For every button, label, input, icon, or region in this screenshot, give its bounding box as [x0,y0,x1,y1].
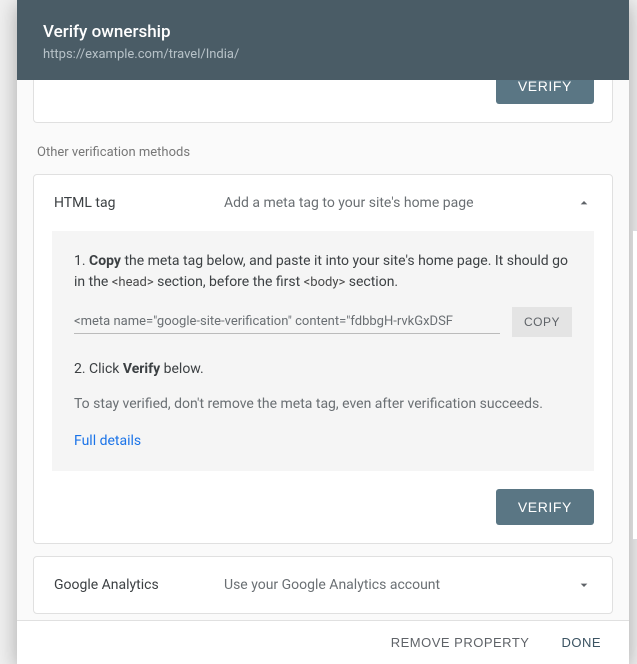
done-button[interactable]: DONE [561,635,601,650]
meta-tag-field[interactable]: <meta name="google-site-verification" co… [74,310,500,334]
dialog-title: Verify ownership [43,22,603,42]
verify-ownership-dialog: Verify ownership https://example.com/tra… [17,0,629,664]
copy-button[interactable]: COPY [512,307,572,337]
method-name: HTML tag [54,195,224,211]
chevron-up-icon [576,195,592,211]
other-methods-label: Other verification methods [37,145,613,160]
dialog-footer: REMOVE PROPERTY DONE [17,620,629,664]
dialog-url: https://example.com/travel/India/ [43,47,603,62]
chevron-down-icon [576,577,592,593]
verify-button[interactable]: VERIFY [496,80,594,104]
html-tag-card: HTML tag Add a meta tag to your site's h… [33,174,613,544]
step-1-text: 1. Copy the meta tag below, and paste it… [74,251,572,293]
remove-property-button[interactable]: REMOVE PROPERTY [391,635,530,650]
verify-button[interactable]: VERIFY [496,489,594,525]
google-analytics-card: Google Analytics Use your Google Analyti… [33,556,613,614]
verify-row: VERIFY [34,489,612,543]
dialog-header: Verify ownership https://example.com/tra… [17,0,629,80]
stay-verified-note: To stay verified, don't remove the meta … [74,394,572,415]
google-analytics-header[interactable]: Google Analytics Use your Google Analyti… [34,557,612,613]
dialog-body[interactable]: VERIFY Other verification methods HTML t… [17,80,629,620]
meta-tag-row: <meta name="google-site-verification" co… [74,307,572,337]
html-tag-header[interactable]: HTML tag Add a meta tag to your site's h… [34,175,612,231]
full-details-link[interactable]: Full details [74,433,141,449]
step-2-text: 2. Click Verify below. [74,359,572,380]
previous-method-card-partial: VERIFY [33,80,613,123]
html-tag-panel: 1. Copy the meta tag below, and paste it… [52,231,594,471]
background-panel-edge [633,230,637,540]
method-desc: Add a meta tag to your site's home page [224,195,576,211]
method-desc: Use your Google Analytics account [224,577,576,593]
method-name: Google Analytics [54,577,224,593]
